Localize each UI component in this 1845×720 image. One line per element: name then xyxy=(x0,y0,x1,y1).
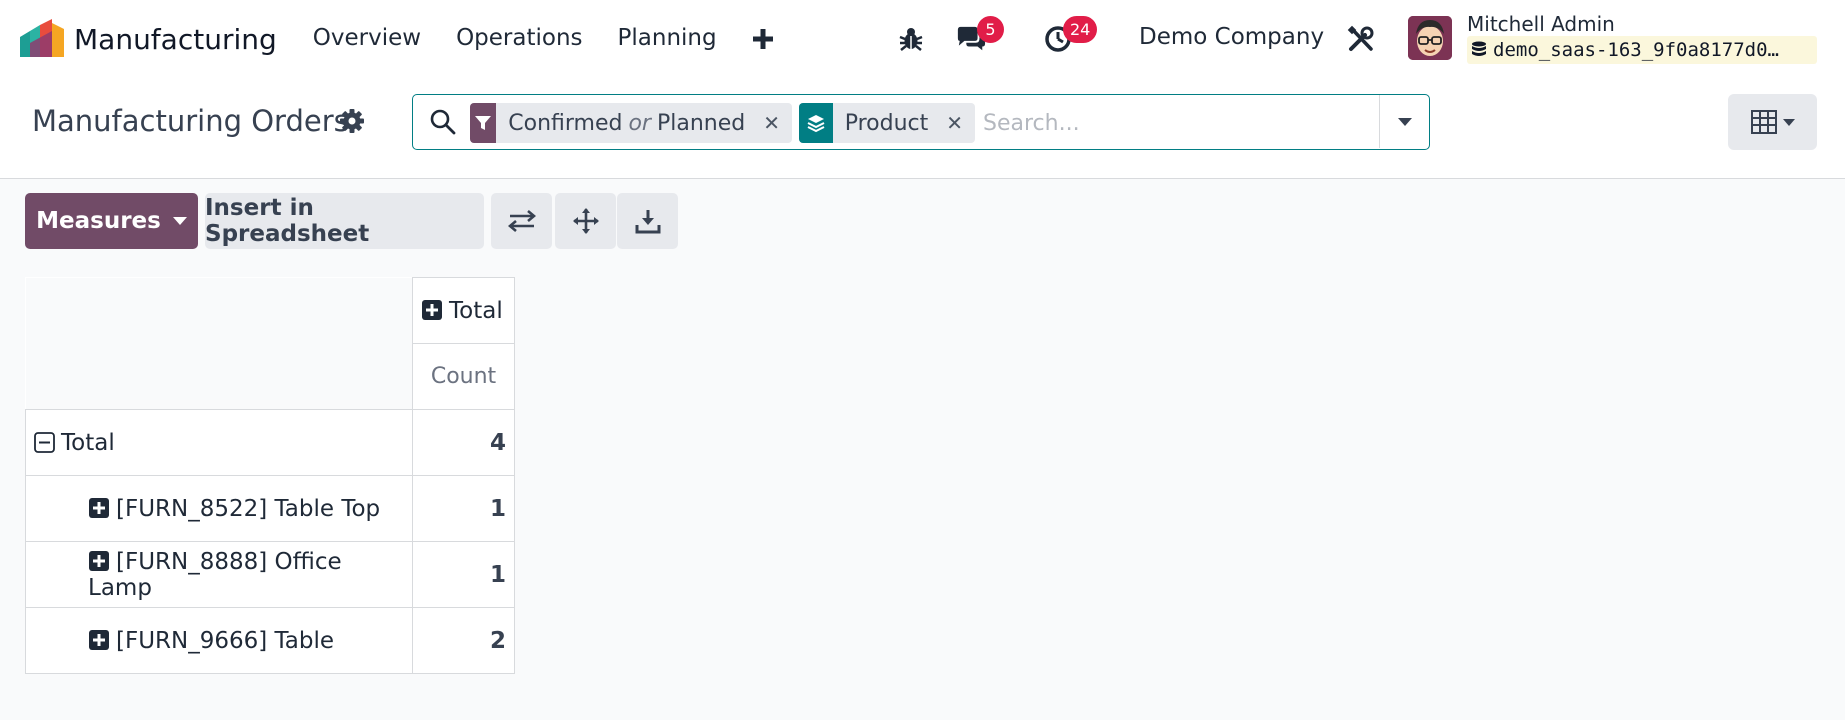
app-name: Manufacturing xyxy=(74,22,277,56)
control-panel: Manufacturing Orders Confirmed or Planne… xyxy=(0,78,1845,179)
messages-badge: 5 xyxy=(977,16,1004,43)
minus-square-icon xyxy=(34,431,55,453)
search-facet-filter: Confirmed or Planned ✕ xyxy=(470,103,792,143)
facet-value: Confirmed xyxy=(508,110,623,136)
search-input[interactable] xyxy=(983,107,1363,139)
pivot-cell-value[interactable]: 1 xyxy=(412,475,515,542)
search-options-toggle[interactable] xyxy=(1379,95,1429,148)
measures-label: Measures xyxy=(36,208,161,234)
flip-axis-button[interactable] xyxy=(491,193,552,249)
user-name[interactable]: Mitchell Admin xyxy=(1467,12,1615,36)
insert-in-spreadsheet-button[interactable]: Insert in Spreadsheet xyxy=(205,193,484,249)
plus-square-icon xyxy=(421,299,443,321)
top-navbar: Manufacturing Overview Operations Planni… xyxy=(0,0,1845,78)
table-row: [FURN_8522] Table Top 1 xyxy=(25,475,515,542)
pivot-column-header[interactable]: Total xyxy=(412,277,515,344)
plus-square-icon xyxy=(88,497,110,519)
manufacturing-app-icon xyxy=(20,19,64,57)
pivot-cell-value[interactable]: 1 xyxy=(412,541,515,608)
pivot-row-header[interactable]: [FURN_8888] Office Lamp xyxy=(25,541,413,608)
flip-axis-icon xyxy=(507,210,536,232)
pivot-row-header-total[interactable]: Total xyxy=(25,409,413,476)
pivot-cell-value[interactable]: 4 xyxy=(412,409,515,476)
app-brand[interactable]: Manufacturing xyxy=(18,19,277,59)
facet-separator: or xyxy=(628,110,651,136)
column-header-label: Total xyxy=(449,297,503,324)
pivot-table: Total Count Total 4 [FURN_8522] Table To… xyxy=(25,277,515,674)
row-label: [FURN_8888] Office Lamp xyxy=(88,548,342,601)
menu-operations[interactable]: Operations xyxy=(456,25,582,53)
page-title: Manufacturing Orders xyxy=(32,104,349,138)
avatar[interactable] xyxy=(1408,16,1452,60)
row-label: Total xyxy=(61,429,115,456)
main-menu: Overview Operations Planning xyxy=(313,25,777,53)
close-icon[interactable]: ✕ xyxy=(763,111,780,135)
table-row: Total 4 xyxy=(25,409,515,476)
expand-all-icon xyxy=(572,208,599,234)
pivot-corner xyxy=(25,277,413,410)
pivot-cell-value[interactable]: 2 xyxy=(412,607,515,674)
pivot-row-header[interactable]: [FURN_8522] Table Top xyxy=(25,475,413,542)
insert-label: Insert in Spreadsheet xyxy=(205,195,370,247)
measures-button[interactable]: Measures xyxy=(25,193,198,249)
table-row: [FURN_9666] Table 2 xyxy=(25,607,515,674)
plus-square-icon xyxy=(88,629,110,651)
menu-planning[interactable]: Planning xyxy=(618,25,717,53)
download-button[interactable] xyxy=(617,193,678,249)
database-name: demo_saas-163_9f0a8177d0… xyxy=(1467,36,1817,64)
row-label: [FURN_8522] Table Top xyxy=(116,495,381,522)
company-switcher[interactable]: Demo Company xyxy=(1139,24,1324,50)
close-icon[interactable]: ✕ xyxy=(946,111,963,135)
search-icon[interactable] xyxy=(429,108,457,136)
download-icon xyxy=(635,210,660,234)
row-label: [FURN_9666] Table xyxy=(116,627,335,654)
layers-icon xyxy=(799,103,833,143)
caret-down-icon xyxy=(1397,117,1412,126)
table-row: [FURN_8888] Office Lamp 1 xyxy=(25,541,515,608)
expand-all-button[interactable] xyxy=(555,193,616,249)
facet-value: Product xyxy=(844,110,929,136)
pivot-row-header[interactable]: [FURN_9666] Table xyxy=(25,607,413,674)
view-switcher[interactable] xyxy=(1728,94,1817,150)
menu-overview[interactable]: Overview xyxy=(313,25,421,53)
filter-icon xyxy=(470,103,497,143)
search-bar: Confirmed or Planned ✕ Product ✕ xyxy=(412,94,1430,150)
caret-down-icon xyxy=(172,217,187,225)
plus-icon[interactable] xyxy=(749,25,777,53)
database-icon xyxy=(1472,41,1486,56)
activities-badge: 24 xyxy=(1063,16,1098,43)
search-facet-groupby: Product ✕ xyxy=(799,103,975,143)
tools-icon[interactable] xyxy=(1346,24,1376,54)
facet-value: Planned xyxy=(656,110,746,136)
database-label: demo_saas-163_9f0a8177d0… xyxy=(1493,39,1779,61)
plus-square-icon xyxy=(88,550,110,572)
pivot-table-icon xyxy=(1750,110,1795,134)
pivot-measure-header[interactable]: Count xyxy=(412,343,515,410)
bug-icon[interactable] xyxy=(896,24,926,54)
gear-icon[interactable] xyxy=(339,108,365,134)
